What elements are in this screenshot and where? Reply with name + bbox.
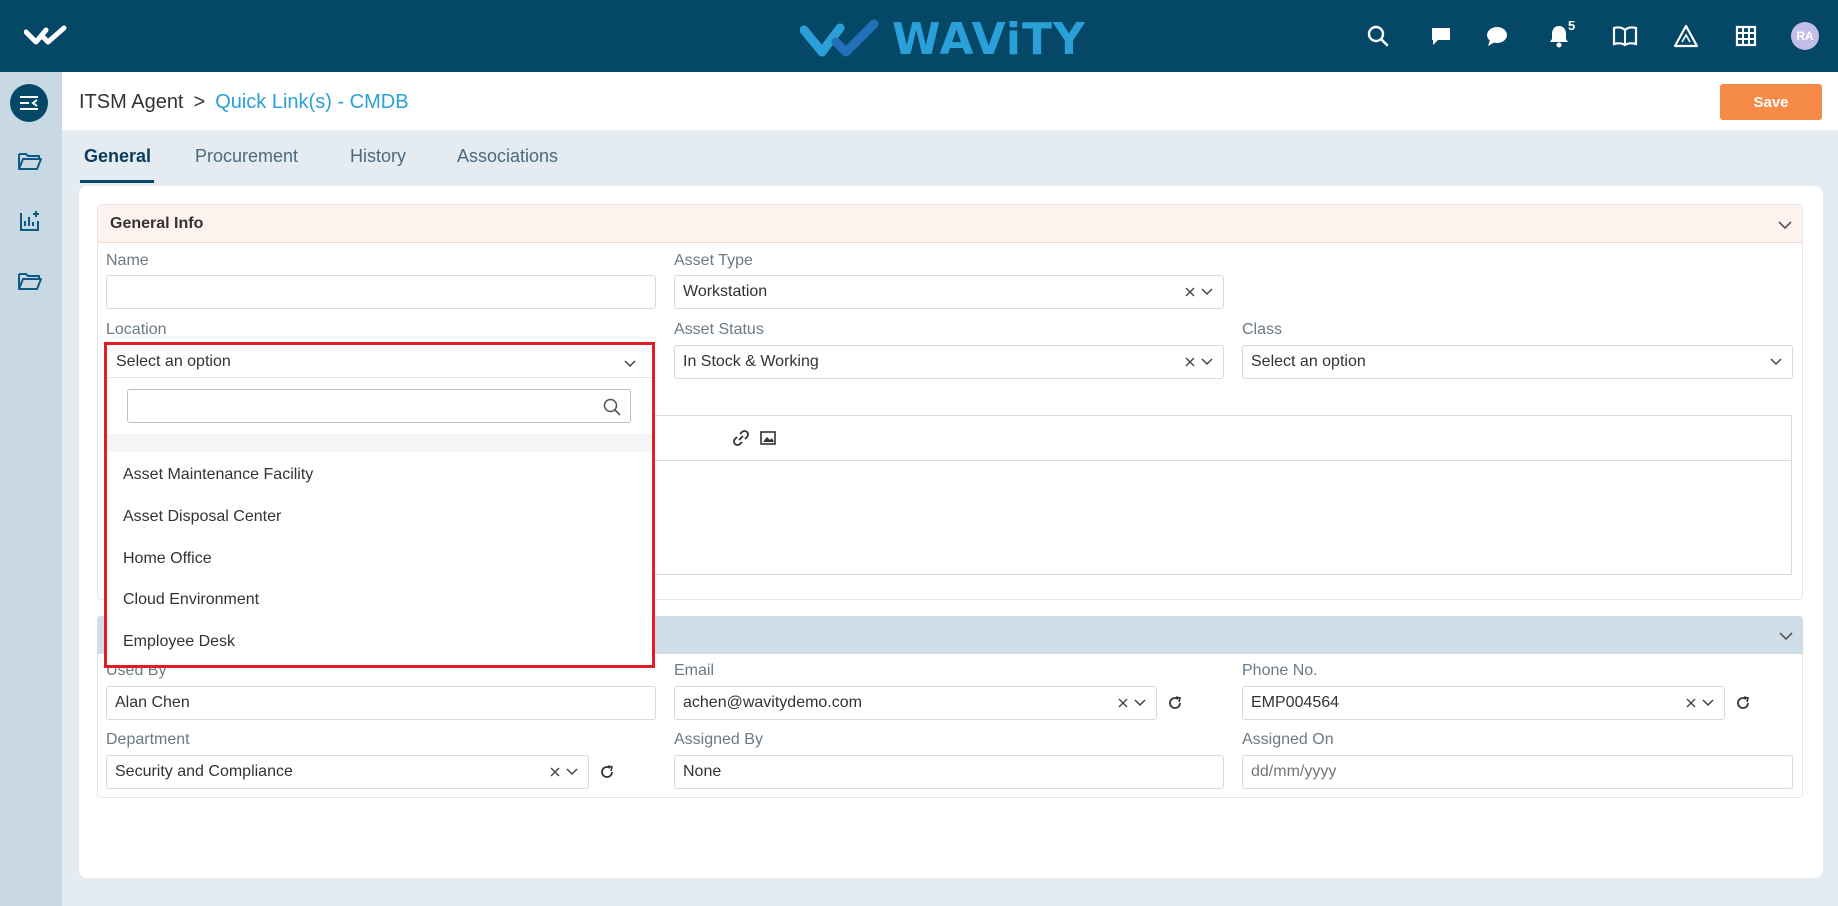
assigned-by-label: Assigned By — [674, 731, 763, 748]
assigned-on-label: Assigned On — [1242, 731, 1334, 748]
location-select-open[interactable]: Select an option Asset Maintenance Facil… — [104, 342, 655, 668]
assigned-by-input[interactable]: None — [674, 755, 1224, 789]
chevron-down-icon[interactable] — [1702, 699, 1714, 707]
class-label: Class — [1242, 321, 1283, 338]
chevron-down-icon[interactable] — [1134, 699, 1146, 707]
location-option[interactable]: Home Office — [123, 550, 212, 568]
brand-name: WAViTY — [892, 14, 1086, 65]
folder-open-icon[interactable] — [15, 146, 45, 176]
description-editor[interactable] — [623, 415, 1792, 575]
search-icon[interactable] — [1364, 22, 1392, 50]
select-controls — [1185, 276, 1213, 308]
chevron-down-icon[interactable] — [1770, 358, 1782, 366]
used-by-input[interactable]: Alan Chen — [106, 686, 656, 720]
select-controls — [1185, 346, 1213, 378]
breadcrumb-current[interactable]: Quick Link(s) - CMDB — [215, 91, 408, 113]
clear-icon[interactable] — [550, 767, 560, 777]
location-option[interactable]: Cloud Environment — [123, 591, 259, 609]
phone-label: Phone No. — [1242, 662, 1318, 679]
link-icon[interactable] — [732, 429, 750, 447]
chevron-down-icon[interactable] — [624, 355, 636, 373]
clear-icon[interactable] — [1185, 357, 1195, 367]
refresh-icon[interactable] — [1165, 693, 1185, 713]
location-select-trigger[interactable]: Select an option — [107, 345, 652, 378]
refresh-icon[interactable] — [597, 762, 617, 782]
assigned-on-date-input[interactable] — [1242, 755, 1793, 789]
clear-icon[interactable] — [1118, 698, 1128, 708]
name-input[interactable] — [106, 275, 656, 309]
phone-select[interactable]: EMP004564 — [1242, 686, 1725, 720]
save-button[interactable]: Save — [1720, 84, 1822, 120]
warning-triangle-icon[interactable] — [1672, 22, 1700, 50]
email-select[interactable]: achen@wavitydemo.com — [674, 686, 1157, 720]
location-search-area — [107, 378, 652, 434]
notification-count: 5 — [1568, 18, 1576, 33]
asset-status-label: Asset Status — [674, 321, 764, 338]
clear-icon[interactable] — [1686, 698, 1696, 708]
tab-general[interactable]: General — [84, 146, 151, 167]
location-option[interactable]: Asset Maintenance Facility — [123, 466, 313, 484]
asset-type-value: Workstation — [683, 283, 768, 300]
report-add-icon[interactable] — [15, 206, 45, 236]
folder-icon[interactable] — [15, 266, 45, 296]
tab-history[interactable]: History — [350, 146, 406, 167]
tab-associations[interactable]: Associations — [457, 146, 558, 167]
asset-type-label: Asset Type — [674, 252, 753, 269]
grid-icon[interactable] — [1732, 22, 1760, 50]
location-option[interactable]: Employee Desk — [123, 633, 235, 651]
location-option[interactable]: Asset Disposal Center — [123, 508, 281, 526]
brand-mark-icon — [800, 19, 879, 56]
assigned-by-value: None — [683, 763, 722, 780]
select-controls — [1118, 687, 1146, 719]
department-select[interactable]: Security and Compliance — [106, 755, 589, 789]
asset-status-select[interactable]: In Stock & Working — [674, 345, 1224, 379]
select-controls — [550, 756, 578, 788]
department-value: Security and Compliance — [115, 763, 293, 780]
book-icon[interactable] — [1611, 22, 1639, 50]
name-label: Name — [106, 252, 149, 269]
location-search-input[interactable] — [127, 389, 631, 423]
select-controls — [1770, 346, 1782, 378]
message-icon[interactable] — [1427, 22, 1455, 50]
chevron-down-icon[interactable] — [1779, 628, 1793, 646]
general-info-header[interactable]: General Info — [98, 205, 1802, 243]
tab-procurement[interactable]: Procurement — [195, 146, 298, 167]
email-value: achen@wavitydemo.com — [683, 694, 862, 711]
class-select[interactable]: Select an option — [1242, 345, 1793, 379]
chat-icon[interactable] — [1483, 22, 1511, 50]
breadcrumb: ITSM Agent > Quick Link(s) - CMDB — [79, 91, 409, 114]
clear-icon[interactable] — [1185, 287, 1195, 297]
class-value: Select an option — [1251, 353, 1366, 370]
department-label: Department — [106, 731, 190, 748]
chevron-down-icon[interactable] — [1201, 358, 1213, 366]
search-icon — [603, 398, 621, 421]
active-tab-indicator — [80, 180, 154, 183]
dropdown-list-top — [107, 434, 652, 452]
email-label: Email — [674, 662, 715, 679]
top-bar: WAViTY 5 RA — [0, 0, 1838, 72]
editor-toolbar — [624, 416, 1791, 461]
location-label: Location — [106, 321, 167, 338]
sidebar-collapse-icon[interactable] — [10, 84, 48, 122]
select-controls — [1686, 687, 1714, 719]
chevron-down-icon[interactable] — [1201, 288, 1213, 296]
sidebar — [0, 72, 62, 906]
brand-logo: WAViTY — [800, 14, 1086, 65]
page-header: ITSM Agent > Quick Link(s) - CMDB Save — [62, 72, 1838, 130]
breadcrumb-separator: > — [193, 91, 206, 113]
chevron-down-icon[interactable] — [566, 768, 578, 776]
phone-value: EMP004564 — [1251, 694, 1340, 711]
user-avatar[interactable]: RA — [1791, 22, 1819, 50]
location-value: Select an option — [116, 353, 231, 370]
asset-status-value: In Stock & Working — [683, 353, 819, 370]
used-by-value: Alan Chen — [115, 694, 190, 711]
home-logo-icon[interactable] — [23, 24, 68, 53]
image-icon[interactable] — [759, 429, 777, 447]
asset-type-select[interactable]: Workstation — [674, 275, 1224, 309]
breadcrumb-root[interactable]: ITSM Agent — [79, 91, 184, 113]
chevron-down-icon[interactable] — [1778, 217, 1792, 235]
section-title: General Info — [110, 215, 204, 232]
refresh-icon[interactable] — [1733, 693, 1753, 713]
